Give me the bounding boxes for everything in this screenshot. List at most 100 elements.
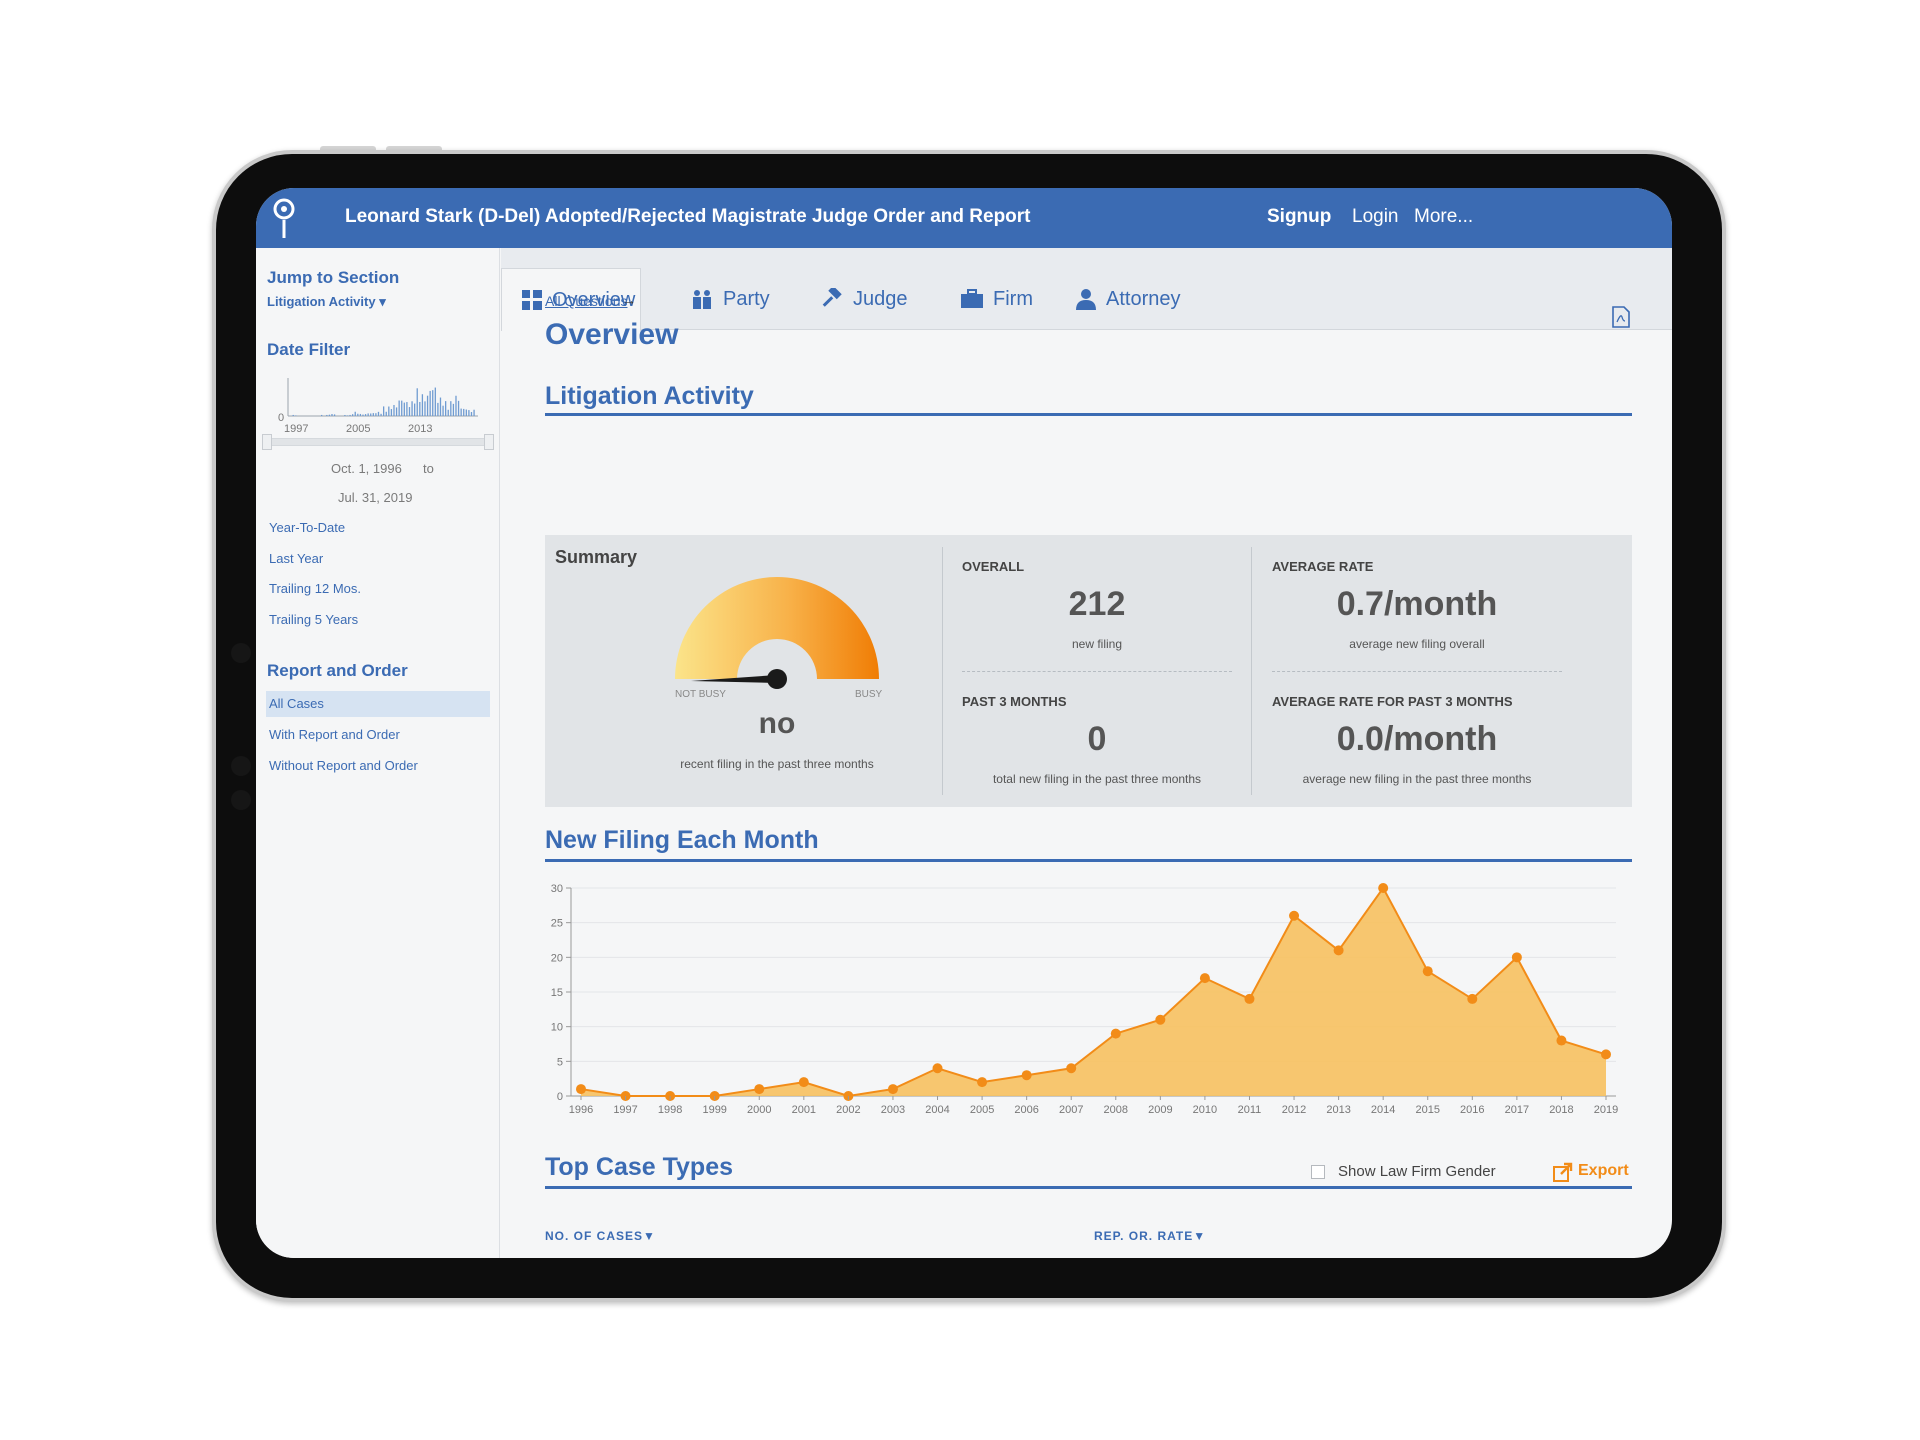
histogram-bar bbox=[463, 408, 465, 416]
past3-sub: total new filing in the past three month… bbox=[992, 772, 1202, 786]
top-case-types-heading: Top Case Types bbox=[545, 1153, 734, 1181]
litigation-activity-heading: Litigation Activity bbox=[545, 382, 754, 410]
avg-label: AVERAGE RATE bbox=[1272, 559, 1374, 574]
x-tick-label: 2018 bbox=[1549, 1104, 1573, 1116]
arrow-right-icon: → bbox=[622, 292, 636, 308]
page-title-header: Leonard Stark (D-Del) Adopted/Rejected M… bbox=[345, 206, 1031, 227]
tab-label: Firm bbox=[993, 287, 1033, 310]
histogram-bar bbox=[406, 402, 408, 416]
export-button[interactable]: Export bbox=[1578, 1162, 1629, 1180]
histogram-bar bbox=[455, 395, 457, 416]
export-icon[interactable] bbox=[1553, 1162, 1573, 1182]
summary-title: Summary bbox=[555, 547, 638, 567]
histogram-bar bbox=[473, 409, 475, 416]
histogram-bar bbox=[434, 387, 436, 416]
report-item-with[interactable]: With Report and Order bbox=[269, 727, 400, 742]
x-tick-label: 1999 bbox=[702, 1104, 726, 1116]
histogram-bar bbox=[328, 414, 331, 416]
data-point bbox=[977, 1077, 988, 1088]
quick-range-ytd[interactable]: Year-To-Date bbox=[269, 520, 345, 535]
heading-rule bbox=[545, 859, 1632, 862]
login-link[interactable]: Login bbox=[1352, 206, 1399, 228]
avg3-sub: average new filing in the past three mon… bbox=[1302, 772, 1532, 786]
report-item-all-cases[interactable]: All Cases bbox=[269, 696, 324, 711]
logo-icon[interactable] bbox=[272, 196, 296, 240]
tab-judge[interactable]: Judge bbox=[821, 268, 908, 330]
more-link[interactable]: More... bbox=[1414, 206, 1473, 228]
x-tick-label: 2012 bbox=[1282, 1104, 1306, 1116]
date-filter-histogram[interactable]: 0 1997 2005 2013 bbox=[266, 358, 492, 434]
x-tick-label: 2006 bbox=[1014, 1104, 1038, 1116]
date-to[interactable]: Jul. 31, 2019 bbox=[338, 490, 412, 505]
histogram-bar bbox=[331, 414, 333, 416]
sidebar: Jump to Section Litigation Activity ▾ Da… bbox=[256, 248, 500, 1258]
histogram-bar bbox=[326, 414, 328, 416]
gender-toggle-label[interactable]: Show Law Firm Gender bbox=[1338, 1163, 1496, 1180]
y-tick-label: 30 bbox=[551, 883, 563, 895]
x-tick-label: 2000 bbox=[747, 1104, 771, 1116]
x-tick-label: 2010 bbox=[1193, 1104, 1217, 1116]
signup-link[interactable]: Signup bbox=[1267, 206, 1331, 228]
gender-checkbox[interactable] bbox=[1311, 1165, 1325, 1179]
data-point bbox=[1289, 910, 1300, 921]
data-point bbox=[1244, 993, 1255, 1004]
histogram-bar bbox=[411, 401, 413, 416]
data-point bbox=[1110, 1028, 1121, 1039]
x-tick-label: 2001 bbox=[792, 1104, 816, 1116]
histogram-bar bbox=[390, 409, 393, 416]
histogram-bar bbox=[362, 414, 364, 416]
avg-value: 0.7/month bbox=[1336, 585, 1498, 623]
x-tick-label: 2003 bbox=[881, 1104, 905, 1116]
jump-to-section-select[interactable]: Litigation Activity ▾ bbox=[267, 294, 386, 310]
sensor-dot bbox=[231, 643, 251, 663]
y-tick-label: 10 bbox=[551, 1022, 563, 1034]
histogram-bar bbox=[367, 413, 369, 416]
breadcrumb[interactable]: All Questions bbox=[545, 293, 627, 309]
chart-heading: New Filing Each Month bbox=[545, 826, 819, 854]
quick-range-trailing-5y[interactable]: Trailing 5 Years bbox=[269, 612, 358, 627]
x-tick-label: 2019 bbox=[1594, 1104, 1618, 1116]
slider-handle-right[interactable] bbox=[484, 434, 494, 450]
histogram-bar bbox=[354, 411, 356, 416]
divider bbox=[942, 547, 943, 795]
pdf-icon[interactable] bbox=[1612, 306, 1630, 328]
tab-firm[interactable]: Firm bbox=[961, 268, 1033, 330]
data-point bbox=[1066, 1063, 1077, 1074]
histogram-bar bbox=[357, 413, 359, 416]
date-range-slider[interactable] bbox=[266, 438, 492, 446]
histogram-bar bbox=[437, 402, 439, 416]
histogram-bar bbox=[321, 414, 323, 416]
past3-value: 0 bbox=[1087, 720, 1107, 758]
histogram-bar bbox=[450, 401, 452, 416]
tab-attorney[interactable]: Attorney bbox=[1076, 268, 1180, 330]
report-item-without[interactable]: Without Report and Order bbox=[269, 758, 418, 773]
y-tick-label: 0 bbox=[557, 1091, 563, 1103]
screen: Leonard Stark (D-Del) Adopted/Rejected M… bbox=[256, 188, 1672, 1258]
slider-handle-left[interactable] bbox=[262, 434, 272, 450]
heading-rule bbox=[545, 413, 1632, 416]
gavel-icon bbox=[822, 288, 842, 307]
quick-range-last-year[interactable]: Last Year bbox=[269, 551, 323, 566]
date-filter-heading: Date Filter bbox=[267, 340, 351, 359]
divider bbox=[1272, 671, 1562, 672]
avg-sub: average new filing overall bbox=[1349, 637, 1485, 651]
briefcase-icon bbox=[961, 289, 983, 308]
data-point bbox=[932, 1063, 943, 1074]
app-header: Leonard Stark (D-Del) Adopted/Rejected M… bbox=[256, 188, 1672, 248]
col-no-of-cases[interactable]: NO. OF CASES▼ bbox=[545, 1229, 656, 1243]
attorney-icon bbox=[1076, 289, 1096, 310]
gauge-value: no bbox=[758, 707, 796, 740]
histogram-bar bbox=[385, 411, 387, 416]
filing-chart[interactable]: 0 5 10 15 20 25 30 1996 1997 1998 1999 2000 2001 2002… bbox=[536, 876, 1636, 1136]
histogram-bar bbox=[419, 401, 421, 416]
histogram-bar bbox=[375, 413, 377, 416]
histogram-bar bbox=[424, 401, 426, 416]
col-rep-or-rate[interactable]: REP. OR. RATE▼ bbox=[1094, 1229, 1206, 1243]
quick-range-trailing-12[interactable]: Trailing 12 Mos. bbox=[269, 581, 361, 596]
histogram-bar bbox=[452, 403, 455, 416]
date-from[interactable]: Oct. 1, 1996 bbox=[331, 461, 402, 476]
histogram-bar bbox=[380, 413, 382, 416]
gauge-sub: recent filing in the past three months bbox=[680, 757, 874, 771]
histogram-bar bbox=[333, 414, 336, 416]
tab-party[interactable]: Party bbox=[691, 268, 770, 330]
